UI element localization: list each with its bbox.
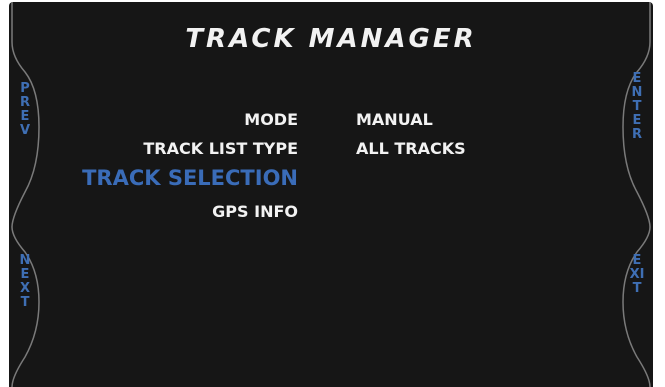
page-title: TRACK MANAGER: [185, 24, 477, 54]
next-label: NEXT: [19, 253, 31, 310]
exit-button[interactable]: EXIT: [629, 254, 645, 296]
menu-item-value: MANUAL: [356, 110, 433, 129]
menu-item-gps-info[interactable]: GPS INFO: [9, 202, 653, 224]
menu-item-label: TRACK SELECTION: [82, 166, 298, 190]
menu-item-label: GPS INFO: [212, 202, 298, 221]
menu-item-track-list-type[interactable]: TRACK LIST TYPE ALL TRACKS: [9, 139, 653, 161]
next-button[interactable]: NEXT: [17, 254, 33, 310]
menu-item-value: ALL TRACKS: [356, 139, 466, 158]
display-screen: TRACK MANAGER PREV NEXT ENTER EXIT MODE …: [9, 2, 653, 387]
menu-item-label: MODE: [244, 110, 298, 129]
menu-item-track-selection[interactable]: TRACK SELECTION: [9, 166, 653, 194]
screen-bezel-lines: [11, 2, 651, 387]
menu-item-mode[interactable]: MODE MANUAL: [9, 110, 653, 132]
exit-label: EXIT: [629, 253, 645, 296]
menu-item-label: TRACK LIST TYPE: [143, 139, 298, 158]
